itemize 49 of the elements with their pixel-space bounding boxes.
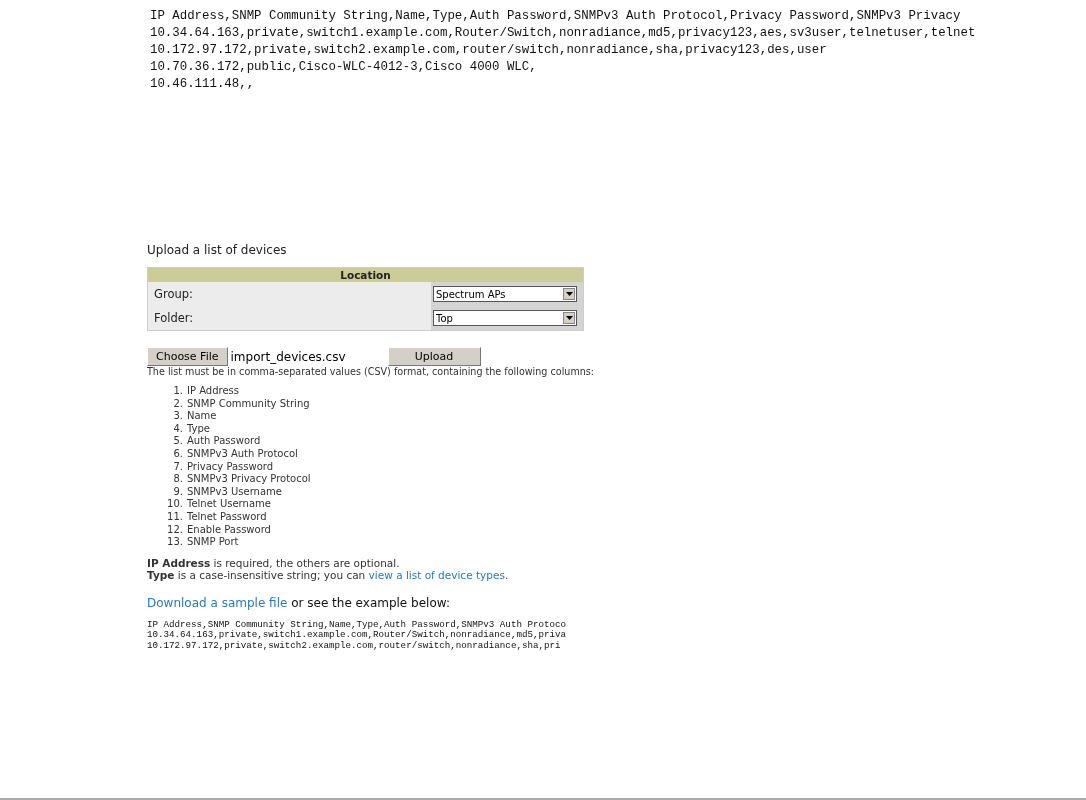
list-number: 13. [166, 536, 183, 549]
column-name: SNMP Port [187, 536, 239, 549]
column-name: Type [187, 422, 210, 436]
column-name: SNMP Community String [187, 397, 310, 411]
field-label: Folder: [153, 311, 195, 325]
column-name: IP Address [187, 385, 239, 398]
column-name: Auth Password [187, 435, 261, 448]
upload-button[interactable]: Upload [387, 347, 481, 366]
column-name: Enable Password [187, 523, 271, 537]
field-label: Group: [153, 287, 194, 301]
choose-file-button[interactable]: Choose File [147, 347, 228, 366]
column-name: SNMPv3 Username [187, 485, 282, 499]
example-line: IP Address,SNMP Community String,Name,Type,Auth Password,SNMPv3 Auth Protoco [147, 619, 567, 630]
dropdown[interactable]: Top [433, 310, 577, 326]
section-heading: Upload a list of devices [147, 243, 288, 257]
location-header: Location [148, 268, 583, 282]
list-number: 9. [172, 485, 183, 499]
instructions-text: The list must be in comma-separated values (CSV) format, containing the following columns: [147, 366, 595, 377]
list-number: 7. [172, 460, 183, 474]
list-number: 11. [166, 510, 183, 524]
csv-line: 10.172.97.172,private,switch2.example.com,router/switch,nonradiance,sha,privacy123,des,user [150, 42, 827, 59]
csv-line: 10.34.64.163,private,switch1.example.com,Router/Switch,nonradiance,md5,privacy123,aes,sv3user,telnetuser,telnet [150, 25, 976, 42]
example-line: 10.34.64.163,private,switch1.example.com,Router/Switch,nonradiance,md5,priva [147, 630, 567, 641]
column-name: Privacy Password [187, 460, 274, 474]
column-name: SNMPv3 Privacy Protocol [187, 473, 311, 486]
column-name: SNMPv3 Auth Protocol [187, 447, 298, 461]
list-number: 12. [166, 523, 183, 537]
device-types-link[interactable]: view a list of device types [368, 569, 505, 582]
column-name: Telnet Password [187, 510, 267, 524]
list-number: 3. [172, 410, 183, 423]
sample-file-link[interactable]: Download a sample file [147, 595, 288, 610]
note-text: Type is a case-insensitive string; you can view a list of device types. [147, 569, 510, 582]
csv-line: 10.70.36.172,public,Cisco-WLC-4012-3,Cisco 4000 WLC, [150, 59, 537, 76]
dropdown[interactable]: Spectrum APs [433, 286, 577, 302]
list-number: 6. [172, 447, 183, 461]
list-number: 4. [172, 422, 183, 436]
note-text: IP Address is required, the others are optional. [147, 556, 401, 570]
file-name: import_devices.csv [230, 349, 347, 364]
list-number: 2. [172, 397, 183, 411]
download-text: Download a sample file or see the example below: [147, 595, 451, 610]
csv-line: IP Address,SNMP Community String,Name,Type,Auth Password,SNMPv3 Auth Protocol,Privacy Password,SNMPv3 Privacy [150, 8, 961, 25]
column-name: Name [187, 410, 217, 423]
list-number: 5. [172, 435, 183, 448]
csv-line: 10.46.111.48,, [150, 76, 255, 93]
column-name: Telnet Username [187, 498, 271, 511]
list-number: 8. [172, 473, 183, 486]
example-line: 10.172.97.172,private,switch2.example.com,router/switch,nonradiance,sha,pri [147, 640, 561, 652]
list-number: 10. [166, 498, 183, 511]
list-number: 1. [172, 385, 183, 398]
